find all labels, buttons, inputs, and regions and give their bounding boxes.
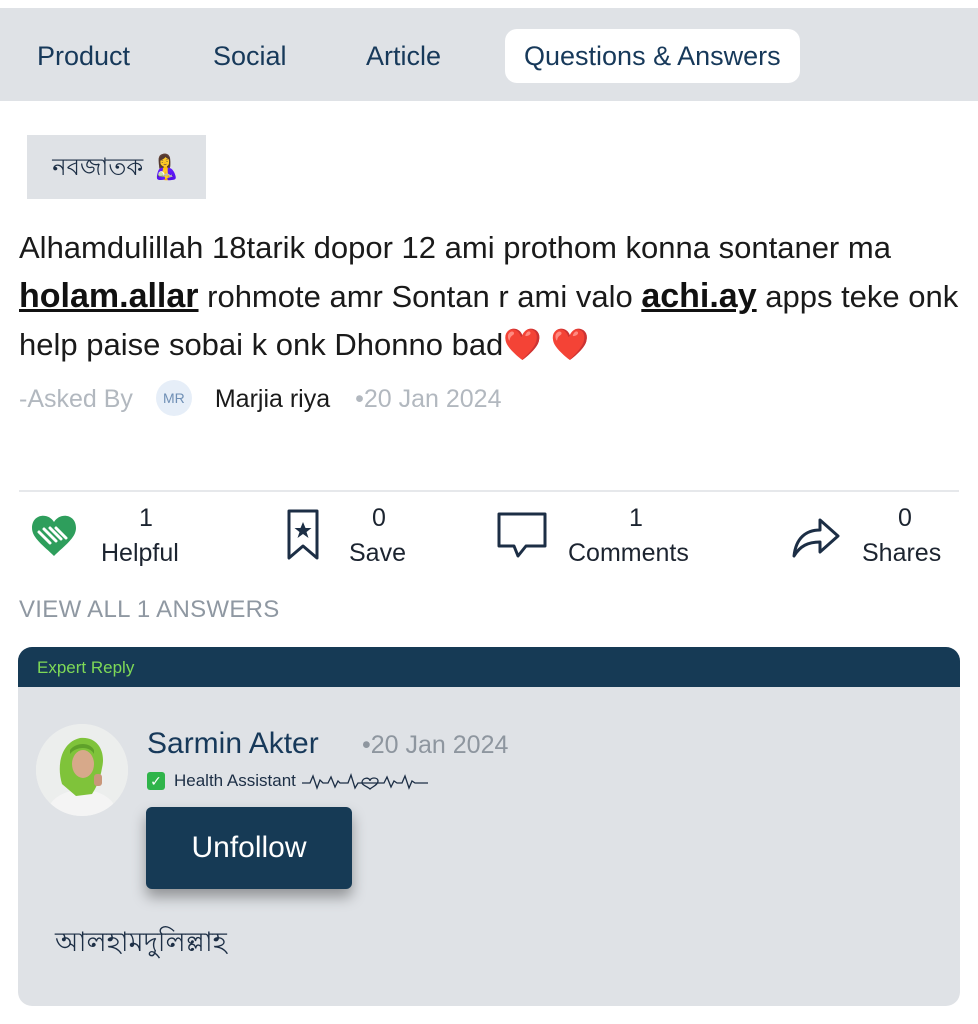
save-button[interactable]: 0 Save [284,502,424,578]
asker-avatar[interactable]: MR [155,380,192,417]
share-arrow-icon [792,518,840,558]
heartbeat-icon [301,772,428,790]
comments-button[interactable]: 1 Comments [494,502,714,578]
asked-by-line: -Asked By MR Marjia riya •20 Jan 2024 [19,380,501,418]
comments-count: 1 [629,504,643,532]
save-count: 0 [372,504,386,532]
answer-text: আলহামদুলিল্লাহ [55,927,227,958]
question-link-2[interactable]: achi.ay [641,277,756,315]
helpful-button[interactable]: 1 Helpful [26,502,206,578]
asker-name[interactable]: Marjia riya [215,385,330,413]
comments-label: Comments [568,539,689,567]
responder-role-label: Health Assistant [174,771,296,790]
answer-card: Expert Reply Sarmin Akter •20 Jan 2024 ✓… [18,647,960,1006]
question-text: Alhamdulillah 18tarik dopor 12 ami proth… [19,224,964,369]
bookmark-star-icon [287,509,319,560]
answer-date: •20 Jan 2024 [362,731,509,759]
tab-article[interactable]: Article [366,29,441,83]
helpful-count: 1 [139,504,153,532]
responder-avatar[interactable] [36,724,128,816]
shares-label: Shares [862,539,942,567]
responder-name[interactable]: Sarmin Akter [147,727,319,761]
unfollow-button[interactable]: Unfollow [146,807,352,889]
question-date: •20 Jan 2024 [355,385,502,413]
view-all-answers-link[interactable]: VIEW ALL 1 ANSWERS [19,596,280,624]
helping-hands-heart-icon [32,515,76,556]
responder-photo [36,724,128,816]
question-text-part: Alhamdulillah 18tarik dopor 12 ami proth… [19,230,891,265]
comment-bubble-icon [497,512,547,558]
asked-by-label: -Asked By [19,385,133,413]
verified-check-icon: ✓ [147,772,165,790]
expert-reply-badge: Expert Reply [18,647,960,687]
shares-count: 0 [898,504,912,532]
category-tag[interactable]: নবজাতক 🤱 [27,135,206,199]
heart-emoji: ❤️ ❤️ [503,327,590,362]
tab-questions-answers[interactable]: Questions & Answers [505,29,800,83]
question-text-part: rohmote amr Sontan r ami valo [198,279,642,314]
divider [19,490,959,492]
share-button[interactable]: 0 Shares [790,502,960,578]
save-label: Save [349,539,406,567]
helpful-label: Helpful [101,539,179,567]
tab-social[interactable]: Social [213,29,287,83]
question-link-1[interactable]: holam.allar [19,277,199,315]
tab-product[interactable]: Product [37,29,130,83]
tab-bar: Product Social Article Questions & Answe… [0,8,978,101]
responder-role: ✓ Health Assistant [147,771,428,791]
